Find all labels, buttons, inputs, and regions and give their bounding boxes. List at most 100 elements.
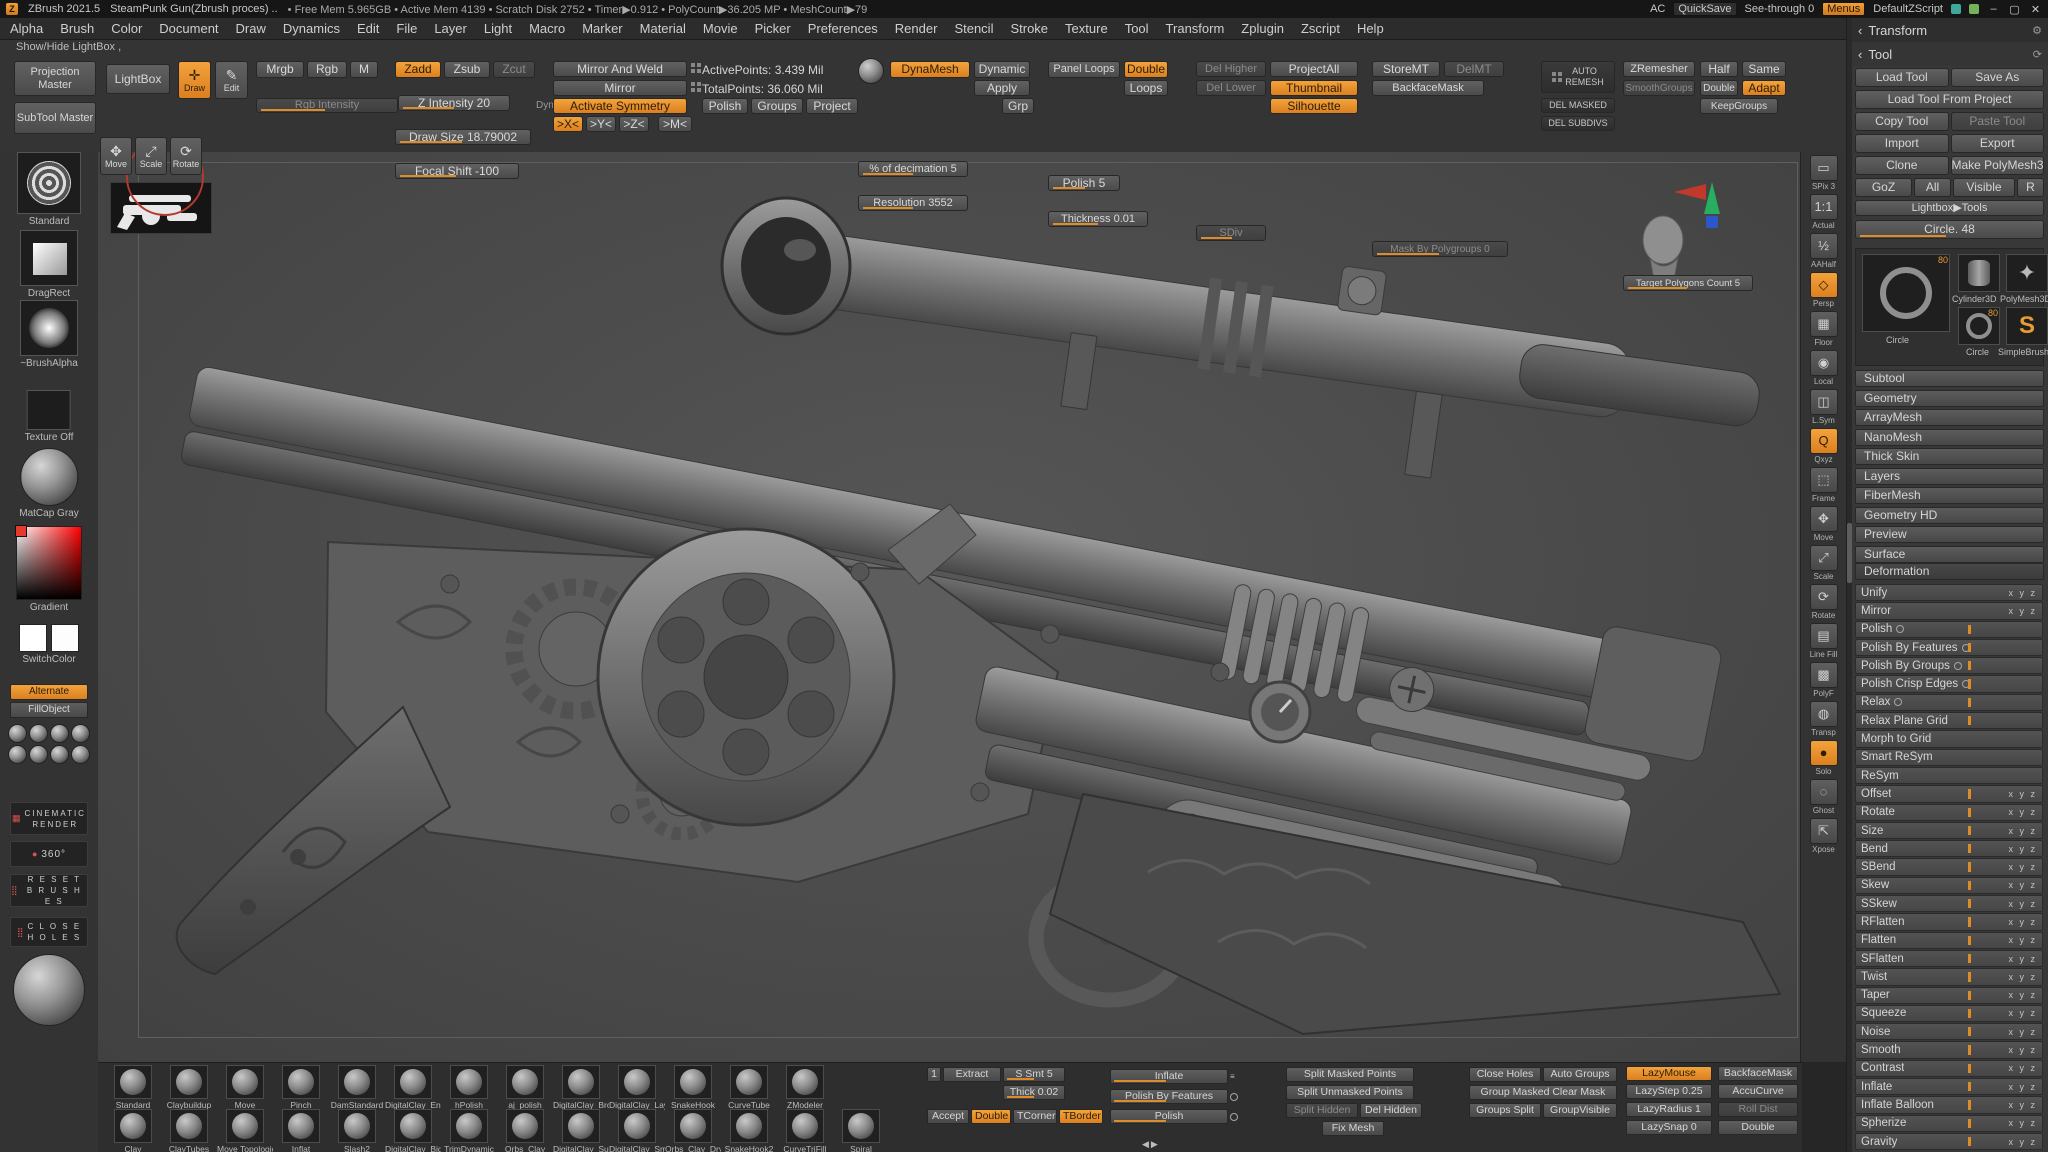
brush-slot[interactable]: Clay: [106, 1109, 160, 1152]
zscript-label[interactable]: DefaultZScript: [1873, 3, 1943, 15]
group-masked-clear-mask-button[interactable]: Group Masked Clear Mask: [1469, 1085, 1617, 1100]
extract-double-button[interactable]: Double: [971, 1109, 1011, 1124]
tool-section-header[interactable]: FiberMesh: [1855, 487, 2044, 504]
viewport[interactable]: [98, 152, 1800, 1062]
brush-thumbnail[interactable]: [506, 1065, 544, 1099]
chevron-left-icon[interactable]: ‹: [1858, 47, 1862, 62]
brush-thumbnail[interactable]: [226, 1065, 264, 1099]
brush-slot[interactable]: Inflat: [274, 1109, 328, 1152]
thickness-slider[interactable]: Thickness 0.01: [1048, 211, 1148, 227]
brush-slot[interactable]: SnakeHook2: [722, 1109, 776, 1152]
axis-toggles[interactable]: x y z: [2008, 990, 2037, 1000]
brush-slot[interactable]: ZModeler: [778, 1065, 832, 1110]
axis-toggles[interactable]: x y z: [2008, 588, 2037, 598]
menus-button[interactable]: Menus: [1822, 2, 1865, 16]
menu-item[interactable]: Zscript: [1301, 21, 1340, 36]
brush-thumbnail[interactable]: [394, 1065, 432, 1099]
sdiv-slider[interactable]: SDiv: [1196, 225, 1266, 241]
brush-slot[interactable]: Standard: [106, 1065, 160, 1110]
menu-item[interactable]: Tool: [1125, 21, 1149, 36]
material-preset-sphere[interactable]: [50, 745, 69, 764]
axis-toggles[interactable]: x y z: [2008, 1027, 2037, 1037]
menu-item[interactable]: Macro: [529, 21, 565, 36]
s-smt-slider[interactable]: S Smt 5: [1003, 1067, 1065, 1082]
project-all-button[interactable]: ProjectAll: [1270, 61, 1358, 77]
save-as-button[interactable]: Save As: [1951, 68, 2045, 87]
axis-toggles[interactable]: x y z: [2008, 807, 2037, 817]
right-shelf-icon[interactable]: ●: [1810, 740, 1838, 766]
axis-toggles[interactable]: ≡: [1230, 1072, 1237, 1081]
deformation-control[interactable]: Relax Plane Grid: [1855, 712, 2043, 729]
axis-toggles[interactable]: x y z: [2008, 1137, 2037, 1147]
right-shelf-icon[interactable]: ⬚: [1810, 467, 1838, 493]
deformation-control[interactable]: Twist x y z: [1855, 968, 2043, 985]
tool-section-header[interactable]: Thick Skin: [1855, 448, 2044, 465]
color-picker[interactable]: Gradient: [16, 526, 82, 613]
menu-item[interactable]: File: [396, 21, 417, 36]
brush-thumbnail[interactable]: [562, 1109, 600, 1143]
preview-sphere[interactable]: [13, 954, 85, 1026]
deformation-section-header[interactable]: Deformation: [1855, 563, 2044, 580]
draw-size-slider[interactable]: Draw Size 18.79002: [395, 129, 531, 145]
material-preset-sphere[interactable]: [8, 745, 27, 764]
right-shelf-toggle[interactable]: ◌ Ghost: [1804, 779, 1844, 815]
tool-section-header[interactable]: NanoMesh: [1855, 429, 2044, 446]
mirror-weld-axis-icon[interactable]: [691, 63, 701, 73]
alt-mode-dot-icon[interactable]: [1962, 680, 1970, 688]
brush-thumbnail[interactable]: [562, 1065, 600, 1099]
brush-slot[interactable]: Slash2: [330, 1109, 384, 1152]
close-holes-button[interactable]: Close Holes: [1469, 1067, 1541, 1082]
right-shelf-icon[interactable]: ◫: [1810, 389, 1838, 415]
brush-thumbnail[interactable]: [842, 1109, 880, 1143]
mask-by-polygroups-slider[interactable]: Mask By Polygroups 0: [1372, 241, 1508, 257]
deformation-control[interactable]: Polish Crisp Edges: [1855, 675, 2043, 692]
right-shelf-icon[interactable]: ⤢: [1810, 545, 1838, 571]
right-shelf-icon[interactable]: ⇱: [1810, 818, 1838, 844]
smooth-groups-slider[interactable]: SmoothGroups: [1623, 80, 1695, 96]
right-shelf-toggle[interactable]: ⤢ Scale: [1804, 545, 1844, 581]
right-shelf-icon[interactable]: ◌: [1810, 779, 1838, 805]
matcap-sphere-icon[interactable]: [20, 448, 78, 506]
axis-toggles[interactable]: x y z: [2008, 1008, 2037, 1018]
steampunk-gun-model[interactable]: [98, 152, 1800, 1062]
autoremesh-button[interactable]: AUTO REMESH: [1541, 61, 1615, 93]
close-button[interactable]: ✕: [2029, 3, 2042, 16]
deformation-control[interactable]: Unify x y z: [1855, 584, 2043, 601]
brush-thumbnail[interactable]: [450, 1065, 488, 1099]
zcut-button[interactable]: Zcut: [493, 61, 535, 78]
axis-toggles[interactable]: x y z: [2008, 954, 2037, 964]
menu-item[interactable]: Picker: [755, 21, 791, 36]
axis-toggles[interactable]: x y z: [2008, 917, 2037, 927]
right-shelf-toggle[interactable]: ◍ Transp: [1804, 701, 1844, 737]
del-lower-button[interactable]: Del Lower: [1196, 80, 1266, 96]
right-shelf-toggle[interactable]: ⬚ Frame: [1804, 467, 1844, 503]
titlebar-color-icon[interactable]: [1951, 4, 1961, 14]
current-alpha-well[interactable]: ~BrushAlpha: [20, 300, 78, 369]
fill-object-button[interactable]: FillObject: [10, 702, 88, 718]
current-material-well[interactable]: MatCap Gray: [19, 448, 78, 519]
zsub-button[interactable]: Zsub: [444, 61, 490, 78]
quicksave-button[interactable]: QuickSave: [1673, 2, 1736, 16]
lightbox-button[interactable]: LightBox: [106, 64, 170, 94]
axis-toggles[interactable]: x y z: [2008, 1045, 2037, 1055]
copy-tool-button[interactable]: Copy Tool: [1855, 112, 1949, 131]
deformation-control[interactable]: ReSym: [1855, 767, 2043, 784]
material-preset-sphere[interactable]: [71, 745, 90, 764]
right-shelf-toggle[interactable]: ⇱ Xpose: [1804, 818, 1844, 854]
right-shelf-icon[interactable]: ▭: [1810, 155, 1838, 181]
right-shelf-toggle[interactable]: ✥ Move: [1804, 506, 1844, 542]
split-unmasked-points-button[interactable]: Split Unmasked Points: [1286, 1085, 1414, 1100]
deformation-control[interactable]: Polish By Features: [1855, 639, 2043, 656]
deformation-control[interactable]: Gravity x y z: [1855, 1133, 2043, 1150]
tool-section-header[interactable]: ArrayMesh: [1855, 409, 2044, 426]
right-shelf-toggle[interactable]: Q Qxyz: [1804, 428, 1844, 464]
secondary-color-swatch[interactable]: [51, 624, 79, 652]
brush-slot[interactable]: DigitalClay_BigKi: [386, 1109, 440, 1152]
accept-button[interactable]: Accept: [927, 1109, 969, 1124]
material-preset-sphere[interactable]: [8, 724, 27, 743]
panel-double-button[interactable]: Double: [1124, 61, 1168, 78]
menu-item[interactable]: Color: [111, 21, 142, 36]
transform-palette-header[interactable]: ‹ Transform ⚙: [1852, 18, 2048, 42]
brush-slot[interactable]: Orbs_Clay_Dry: [666, 1109, 720, 1152]
panel-loops-button[interactable]: Panel Loops: [1048, 61, 1120, 78]
